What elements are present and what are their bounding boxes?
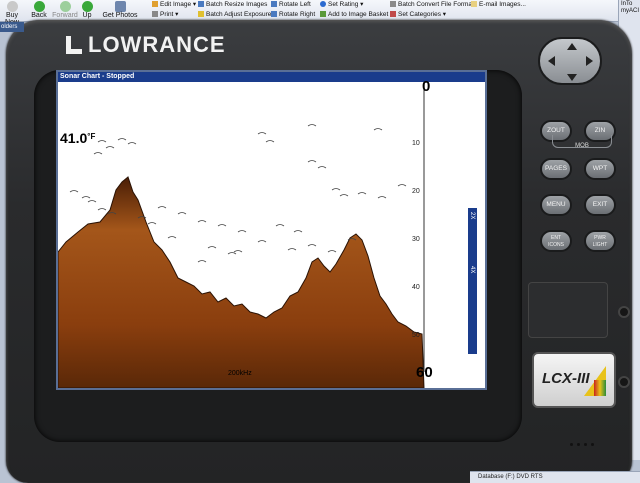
rainbow-stripe-icon bbox=[594, 380, 606, 396]
depth-tick-label: 40 bbox=[412, 284, 420, 291]
side-panel-item[interactable]: InTo bbox=[619, 0, 640, 7]
edit-image-icon bbox=[152, 1, 158, 7]
rotate-left-icon bbox=[271, 1, 277, 7]
arrow-down-icon[interactable] bbox=[567, 74, 577, 81]
speaker-dots bbox=[570, 433, 600, 446]
set-rating-menu[interactable]: Set Rating ▾ bbox=[320, 0, 363, 9]
card-slot bbox=[528, 282, 608, 338]
back-arrow-icon bbox=[33, 1, 45, 12]
frequency-label: 200kHz bbox=[228, 370, 252, 377]
batch-resize-button[interactable]: Batch Resize Images bbox=[198, 0, 267, 9]
brand-logo: LOWRANCE bbox=[66, 32, 226, 58]
app-toolbar: Buy Now Back Forward Up Get Photos Edit … bbox=[0, 0, 640, 26]
buy-now-button[interactable]: Buy Now bbox=[0, 0, 24, 26]
depth-tick-label: 10 bbox=[412, 140, 420, 147]
resize-icon bbox=[198, 1, 204, 7]
menu-button[interactable]: MENU bbox=[540, 194, 572, 216]
depth-tick-label: 30 bbox=[412, 236, 420, 243]
folders-tab[interactable]: olders bbox=[0, 22, 24, 32]
rotate-right-icon bbox=[271, 11, 277, 17]
power-light-button[interactable]: PWR LIGHT bbox=[584, 230, 616, 252]
batch-exposure-button[interactable]: Batch Adjust Exposure bbox=[198, 10, 271, 19]
set-categories-menu[interactable]: Set Categories ▾ bbox=[390, 10, 446, 19]
edit-image-menu[interactable]: Edit Image ▾ bbox=[152, 0, 196, 9]
exposure-icon bbox=[198, 11, 204, 17]
batch-convert-button[interactable]: Batch Convert File Format bbox=[390, 0, 474, 9]
arrow-left-icon[interactable] bbox=[548, 56, 555, 66]
rotate-right-button[interactable]: Rotate Right bbox=[271, 10, 315, 19]
printer-icon bbox=[152, 11, 158, 17]
mob-label: MOB bbox=[552, 135, 612, 153]
camera-icon bbox=[114, 1, 126, 12]
zoom-bar: 2X 4X bbox=[468, 208, 477, 354]
zoom-label-4x: 4X bbox=[469, 266, 475, 274]
status-strip: Database (F:) DVD RTS bbox=[470, 471, 640, 483]
get-photos-button[interactable]: Get Photos bbox=[102, 0, 138, 22]
arrow-pad[interactable] bbox=[538, 37, 602, 85]
back-button[interactable]: Back bbox=[28, 0, 50, 22]
water-temperature: 41.0°F bbox=[60, 130, 96, 146]
sonar-chart bbox=[58, 82, 485, 388]
email-images-button[interactable]: E-mail Images... bbox=[471, 0, 526, 9]
up-button[interactable]: Up bbox=[80, 0, 94, 22]
sonar-screen: Sonar Chart - Stopped 41.0°F 0 60 10 20 30… bbox=[56, 70, 487, 390]
waypoint-button[interactable]: WPT bbox=[584, 158, 616, 180]
envelope-icon bbox=[471, 1, 477, 7]
model-badge: LCX-III bbox=[532, 352, 616, 408]
pages-button[interactable]: PAGES bbox=[540, 158, 572, 180]
depth-top-label: 0 bbox=[422, 78, 431, 95]
forward-button[interactable]: Forward bbox=[52, 0, 78, 22]
screenshot-root: Buy Now Back Forward Up Get Photos Edit … bbox=[0, 0, 640, 483]
arrow-up-icon[interactable] bbox=[567, 43, 577, 50]
exit-button[interactable]: EXIT bbox=[584, 194, 616, 216]
zoom-label-2x: 2X bbox=[469, 212, 475, 220]
depth-tick-label: 50 bbox=[412, 332, 420, 339]
up-arrow-icon bbox=[81, 1, 93, 12]
convert-icon bbox=[390, 1, 396, 7]
side-panel-item[interactable]: myACI bbox=[619, 7, 640, 14]
enter-icons-button[interactable]: ENT ICONS bbox=[540, 230, 572, 252]
screw-top bbox=[618, 306, 630, 318]
screw-bottom bbox=[618, 376, 630, 388]
rotate-left-button[interactable]: Rotate Left bbox=[271, 0, 311, 9]
rating-icon bbox=[320, 1, 326, 7]
screen-title: Sonar Chart - Stopped bbox=[58, 72, 485, 82]
lowrance-logo-icon bbox=[66, 36, 82, 54]
categories-icon bbox=[390, 11, 396, 17]
print-menu[interactable]: Print ▾ bbox=[152, 10, 178, 19]
depth-bottom-label: 60 bbox=[416, 364, 433, 381]
depth-tick-label: 20 bbox=[412, 188, 420, 195]
forward-arrow-icon bbox=[59, 1, 71, 12]
arrow-right-icon[interactable] bbox=[586, 56, 593, 66]
basket-icon bbox=[320, 11, 326, 17]
add-to-basket-button[interactable]: Add to Image Basket bbox=[320, 10, 388, 19]
buy-now-icon bbox=[6, 1, 18, 12]
